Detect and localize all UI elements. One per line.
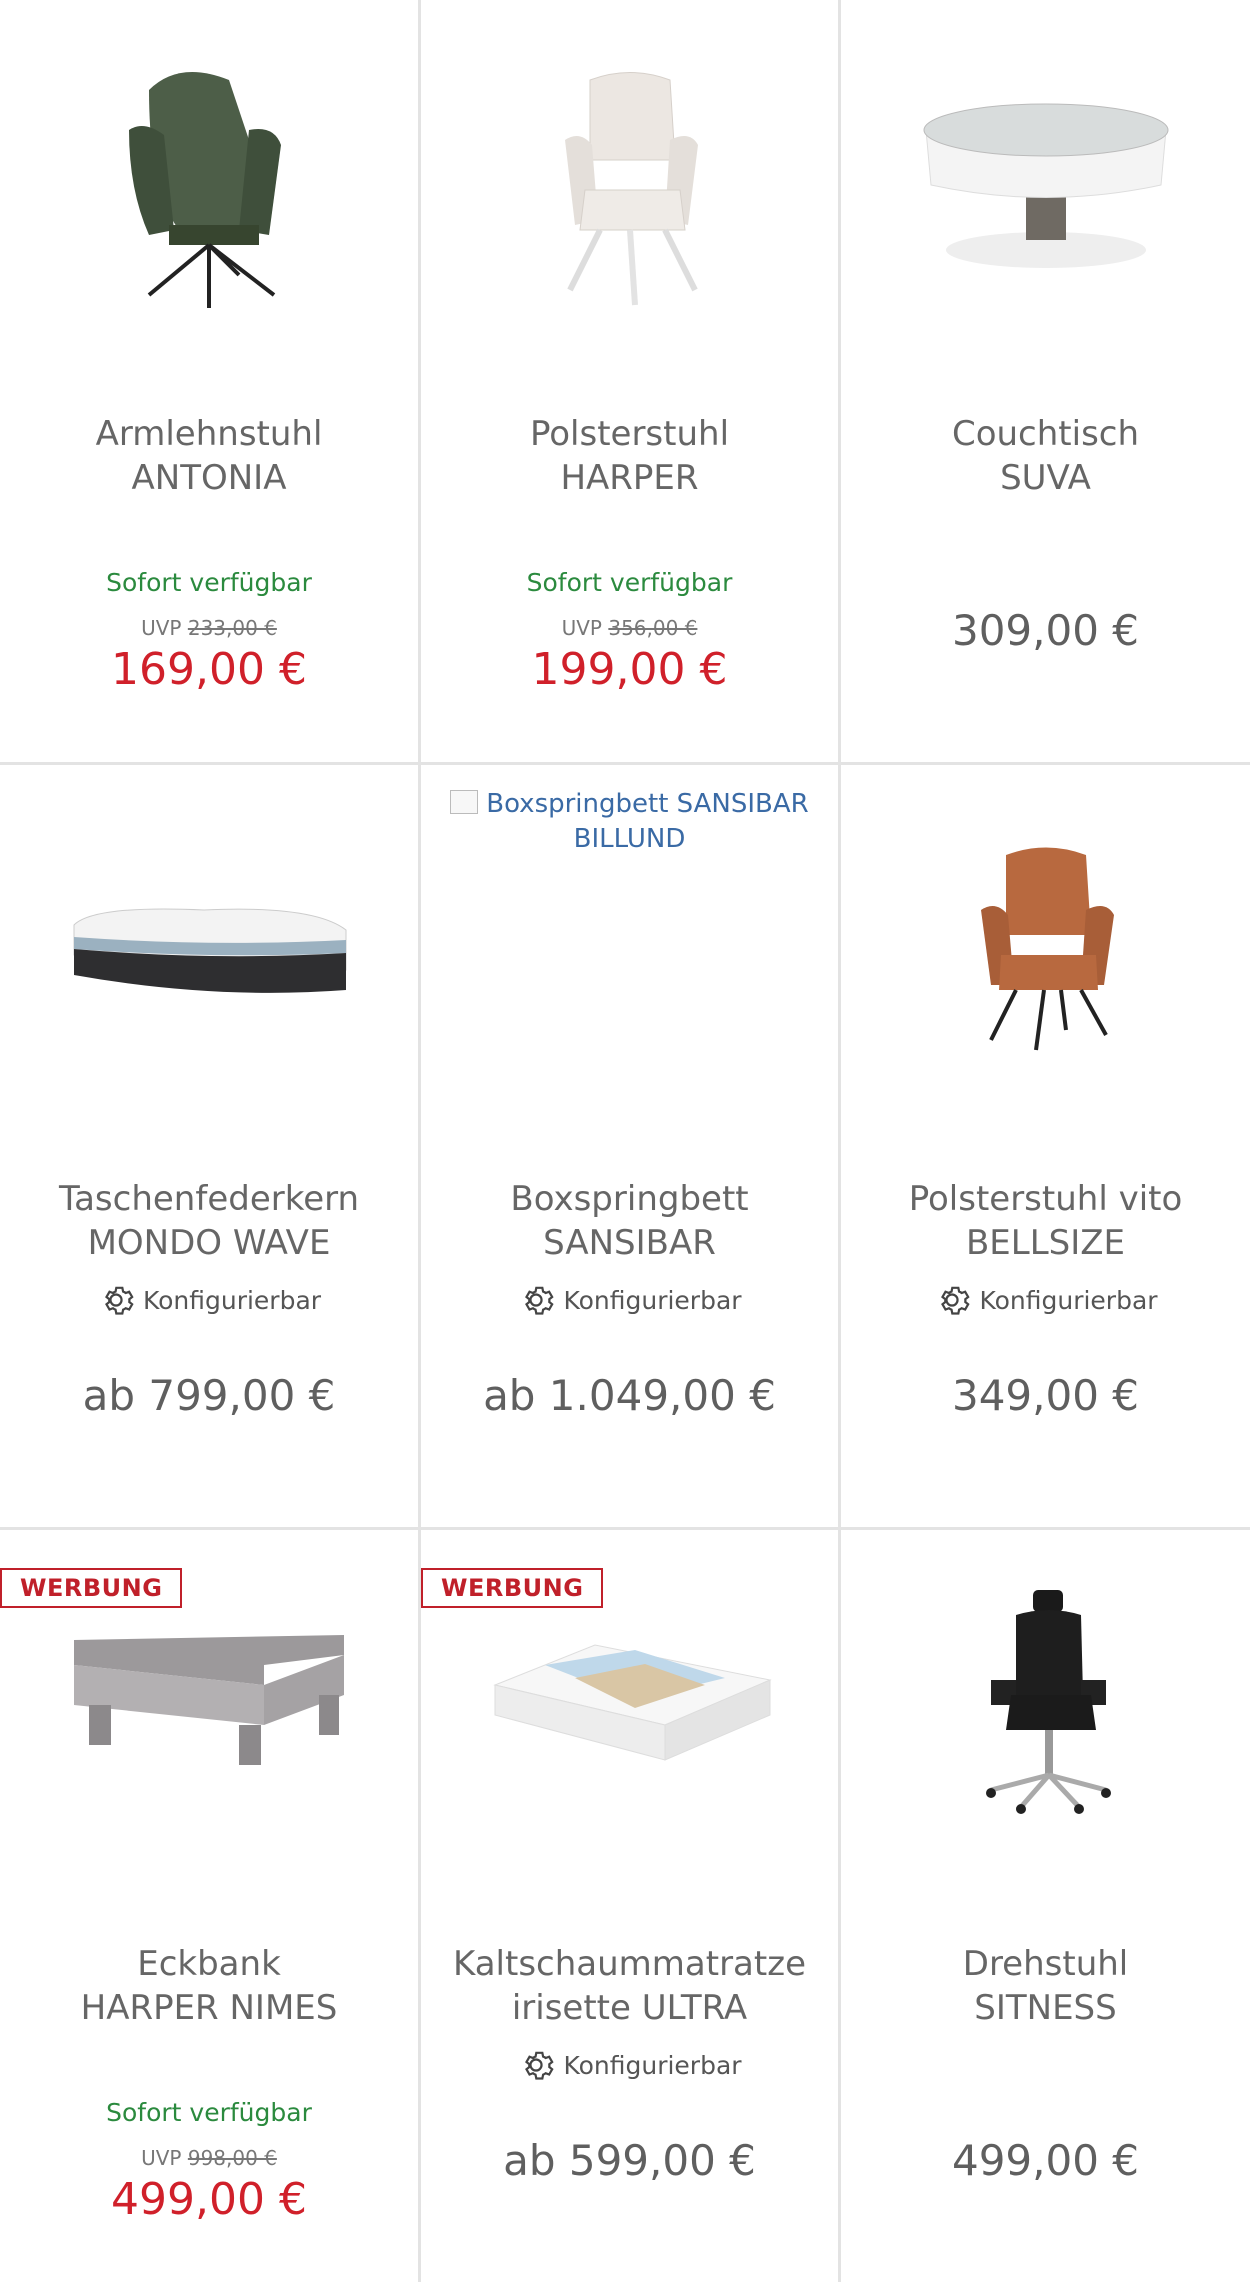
- sale-price: 199,00 €: [531, 644, 728, 695]
- broken-image-icon: [450, 790, 479, 814]
- uvp-price: UVP 233,00 €: [141, 616, 277, 640]
- configurable-label[interactable]: Konfigurierbar: [0, 1281, 418, 1319]
- sale-price: 169,00 €: [111, 644, 307, 695]
- gear-icon: [941, 1286, 971, 1315]
- configurable-label[interactable]: Konfigurierbar: [421, 2046, 838, 2084]
- product-title[interactable]: Polsterstuhl vito BELLSIZE: [841, 1177, 1250, 1265]
- availability-status: Sofort verfügbar: [106, 2098, 312, 2127]
- grid-divider: [838, 0, 841, 2282]
- product-image[interactable]: [421, 40, 838, 320]
- uvp-price: UVP 356,00 €: [561, 616, 698, 640]
- configurable-label[interactable]: Konfigurierbar: [841, 1281, 1250, 1319]
- grid-divider: [0, 1527, 1250, 1530]
- product-card[interactable]: Couchtisch SUVA 309,00 €: [841, 0, 1250, 762]
- product-title[interactable]: Armlehnstuhl ANTONIA: [0, 412, 418, 500]
- price: ab 1.049,00 €: [483, 1371, 776, 1420]
- product-title[interactable]: Kaltschaummatratze irisette ULTRA: [421, 1942, 838, 2030]
- gear-icon: [525, 2051, 555, 2080]
- configurable-label[interactable]: Konfigurierbar: [421, 1281, 838, 1319]
- product-image[interactable]: [0, 1600, 418, 1800]
- availability-status: Sofort verfügbar: [106, 568, 312, 597]
- product-title[interactable]: Polsterstuhl HARPER: [421, 412, 838, 500]
- product-image[interactable]: [841, 805, 1250, 1085]
- product-card[interactable]: Drehstuhl SITNESS 499,00 €: [841, 1530, 1250, 2282]
- product-title[interactable]: Boxspringbett SANSIBAR: [421, 1177, 838, 1265]
- price: 309,00 €: [951, 606, 1140, 655]
- product-title[interactable]: Taschenfederkern MONDO WAVE: [0, 1177, 418, 1265]
- price: 349,00 €: [951, 1371, 1140, 1420]
- product-image[interactable]: [841, 40, 1250, 320]
- product-card[interactable]: WERBUNG Kaltschaummatratze irisette ULTRA…: [421, 1530, 838, 2282]
- price: 499,00 €: [951, 2136, 1140, 2185]
- product-card[interactable]: WERBUNG Eckbank HARPER NIMES Sofort verfü…: [0, 1530, 418, 2282]
- product-grid: Armlehnstuhl ANTONIA Sofort verfügbar UVP…: [0, 0, 1250, 2282]
- product-card[interactable]: Polsterstuhl vito BELLSIZE Konfigurierbar…: [841, 765, 1250, 1527]
- price: ab 599,00 €: [503, 2136, 756, 2185]
- product-card[interactable]: Boxspringbett SANSIBAR BILLUND Boxspring…: [421, 765, 838, 1527]
- gear-icon: [525, 1286, 555, 1315]
- product-image[interactable]: [841, 1580, 1250, 1820]
- product-card[interactable]: Armlehnstuhl ANTONIA Sofort verfügbar UVP…: [0, 0, 418, 762]
- uvp-price: UVP 998,00 €: [141, 2146, 277, 2170]
- price: ab 799,00 €: [82, 1371, 336, 1420]
- gear-icon: [104, 1286, 134, 1315]
- product-card[interactable]: Polsterstuhl HARPER Sofort verfügbar UVP …: [421, 0, 838, 762]
- product-card[interactable]: Taschenfederkern MONDO WAVE Konfigurierba…: [0, 765, 418, 1527]
- product-image-alt[interactable]: Boxspringbett SANSIBAR BILLUND: [439, 787, 820, 857]
- product-title[interactable]: Drehstuhl SITNESS: [841, 1942, 1250, 2030]
- grid-divider: [418, 0, 421, 2282]
- availability-status: Sofort verfügbar: [526, 568, 733, 597]
- product-image[interactable]: [421, 1600, 838, 1800]
- product-title[interactable]: Eckbank HARPER NIMES: [0, 1942, 418, 2030]
- product-image[interactable]: [0, 805, 418, 1085]
- product-title[interactable]: Couchtisch SUVA: [841, 412, 1250, 500]
- product-image[interactable]: [0, 40, 418, 320]
- grid-divider: [0, 762, 1250, 765]
- sale-price: 499,00 €: [111, 2174, 307, 2225]
